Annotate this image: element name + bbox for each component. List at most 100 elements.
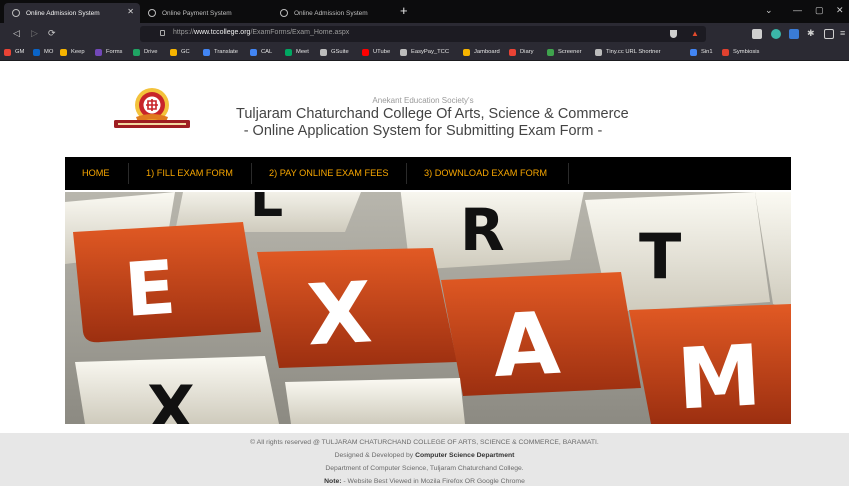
key-m: M <box>629 304 791 424</box>
close-tab-icon[interactable]: ✕ <box>127 8 134 16</box>
sidebar-icon[interactable] <box>824 29 834 39</box>
svg-text:R: R <box>460 196 505 264</box>
bookmark-forms[interactable]: Forms <box>95 48 122 57</box>
maximize-button[interactable]: ▢ <box>815 5 824 15</box>
tab-label: Online Admission System <box>26 9 100 17</box>
bookmark-cal[interactable]: CAL <box>250 48 272 57</box>
tab-online-payment-system[interactable]: Online Payment System <box>140 3 272 23</box>
bookmark-label: GC <box>181 49 190 55</box>
bookmark-label: MO <box>44 49 54 55</box>
bookmark-translate[interactable]: Translate <box>203 48 238 57</box>
menu-pay-online-exam-fees[interactable]: 2) PAY ONLINE EXAM FEES <box>252 157 405 190</box>
classroom-icon <box>170 49 177 56</box>
key-x: X <box>257 248 457 368</box>
shield-icon[interactable] <box>670 30 677 38</box>
bookmark-utube[interactable]: UTube <box>362 48 390 57</box>
lock-icon <box>160 30 165 36</box>
exam-banner-image: L R T E X A M X <box>65 192 791 424</box>
bookmark-mo[interactable]: MO <box>33 48 53 57</box>
tab-online-admission-system[interactable]: Online Admission System ✕ <box>4 3 140 23</box>
copyright-text: © All rights reserved @ TULJARAM CHATURC… <box>250 439 599 446</box>
bookmark-label: Drive <box>144 49 158 55</box>
bookmark-label: Translate <box>214 49 238 55</box>
bookmark-easypay-tcc[interactable]: EasyPay_TCC <box>400 48 449 57</box>
menu-hamburger-icon[interactable]: ≡ <box>840 28 845 39</box>
minimize-button[interactable]: — <box>793 5 802 15</box>
bookmark-label: Screener <box>558 49 582 55</box>
sin1-icon <box>690 49 697 56</box>
jamboard-icon <box>463 49 470 56</box>
bookmark-tiny-cc-url-shortner[interactable]: Tiny.cc URL Shortner <box>595 48 661 57</box>
bookmark-jamboard[interactable]: Jamboard <box>463 48 500 57</box>
address-bar[interactable]: https://www.tccollege.org/ExamForms/Exam… <box>140 26 706 42</box>
bookmark-diary[interactable]: Diary <box>509 48 534 57</box>
menu-home[interactable]: HOME <box>65 157 127 190</box>
extension-grid-icon[interactable] <box>752 29 762 39</box>
bookmark-gc[interactable]: GC <box>170 48 190 57</box>
chart-icon <box>547 49 554 56</box>
gmail-icon <box>4 49 11 56</box>
bookmark-label: Diary <box>520 49 534 55</box>
extensions-puzzle-icon[interactable]: ✱ <box>807 28 815 39</box>
globe-icon <box>280 9 288 17</box>
svg-text:M: M <box>675 326 764 424</box>
back-button[interactable]: ◁ <box>13 28 20 39</box>
college-logo <box>114 88 190 128</box>
calendar-icon <box>250 49 257 56</box>
bookmark-label: Tiny.cc URL Shortner <box>606 49 661 55</box>
browser-note: Note: - Website Best Viewed in Mozila Fi… <box>324 478 525 485</box>
page-footer: © All rights reserved @ TULJARAM CHATURC… <box>0 433 849 486</box>
society-name: Anekant Education Society's <box>372 96 474 105</box>
web-page: Anekant Education Society's Tuljaram Cha… <box>0 61 849 486</box>
department-text: Department of Computer Science, Tuljaram… <box>325 465 524 472</box>
menu-download-exam-form[interactable]: 3) DOWNLOAD EXAM FORM <box>407 157 564 190</box>
svg-text:T: T <box>639 220 681 293</box>
bookmark-gm[interactable]: GM <box>4 48 24 57</box>
key-a: A <box>441 272 641 397</box>
forward-button[interactable]: ▷ <box>31 28 38 39</box>
globe-icon <box>12 9 20 17</box>
extension-circle-icon[interactable] <box>771 29 781 39</box>
new-tab-button[interactable]: + <box>400 4 408 17</box>
symbiosis-icon <box>722 49 729 56</box>
tab-online-admission-system-2[interactable]: Online Admission System <box>272 3 392 23</box>
main-menu: HOME 1) FILL EXAM FORM 2) PAY ONLINE EXA… <box>65 157 791 190</box>
bookmark-label: Sin1 <box>701 49 713 55</box>
bookmark-keep[interactable]: Keep <box>60 48 85 57</box>
menu-divider <box>568 163 569 184</box>
bookmark-gsuite[interactable]: GSuite <box>320 48 349 57</box>
forms-icon <box>95 49 102 56</box>
bookmark-sin1[interactable]: Sin1 <box>690 48 713 57</box>
drive-icon <box>133 49 140 56</box>
browser-tab-bar: Online Admission System ✕ Online Payment… <box>0 0 849 23</box>
bookmark-label: CAL <box>261 49 273 55</box>
bookmark-label: Keep <box>71 49 85 55</box>
key-blank-bottom <box>285 378 465 424</box>
svg-text:E: E <box>122 245 178 334</box>
bookmark-label: GSuite <box>331 49 349 55</box>
alert-triangle-icon[interactable]: ▲ <box>691 29 699 38</box>
svg-text:X: X <box>305 263 375 364</box>
reload-button[interactable]: ⟳ <box>48 28 56 39</box>
bookmark-label: Meet <box>296 49 309 55</box>
designer-link[interactable]: Computer Science Department <box>415 452 514 459</box>
bookmarks-bar: GM MO Keep Forms Drive GC Translate CAL Meet GSui… <box>0 45 849 61</box>
bookmark-meet[interactable]: Meet <box>285 48 309 57</box>
keep-icon <box>60 49 67 56</box>
meet-icon <box>285 49 292 56</box>
globe-icon <box>400 49 407 56</box>
bookmark-label: GM <box>15 49 25 55</box>
close-window-button[interactable]: ✕ <box>836 5 844 15</box>
bookmark-label: EasyPay_TCC <box>411 49 450 55</box>
menu-fill-exam-form[interactable]: 1) FILL EXAM FORM <box>129 157 250 190</box>
tab-list-chevron-down-icon[interactable]: ⌄ <box>765 5 773 15</box>
url-text[interactable]: https://www.tccollege.org/ExamForms/Exam… <box>173 29 349 36</box>
bookmark-drive[interactable]: Drive <box>133 48 158 57</box>
extension-square-icon[interactable] <box>789 29 799 39</box>
bookmark-screener[interactable]: Screener <box>547 48 582 57</box>
globe-icon <box>148 9 156 17</box>
bookmark-label: Forms <box>106 49 123 55</box>
exam-keyboard-illustration: L R T E X A M X <box>65 192 791 424</box>
svg-text:A: A <box>491 294 563 397</box>
bookmark-symbiosis[interactable]: Symbiosis <box>722 48 759 57</box>
